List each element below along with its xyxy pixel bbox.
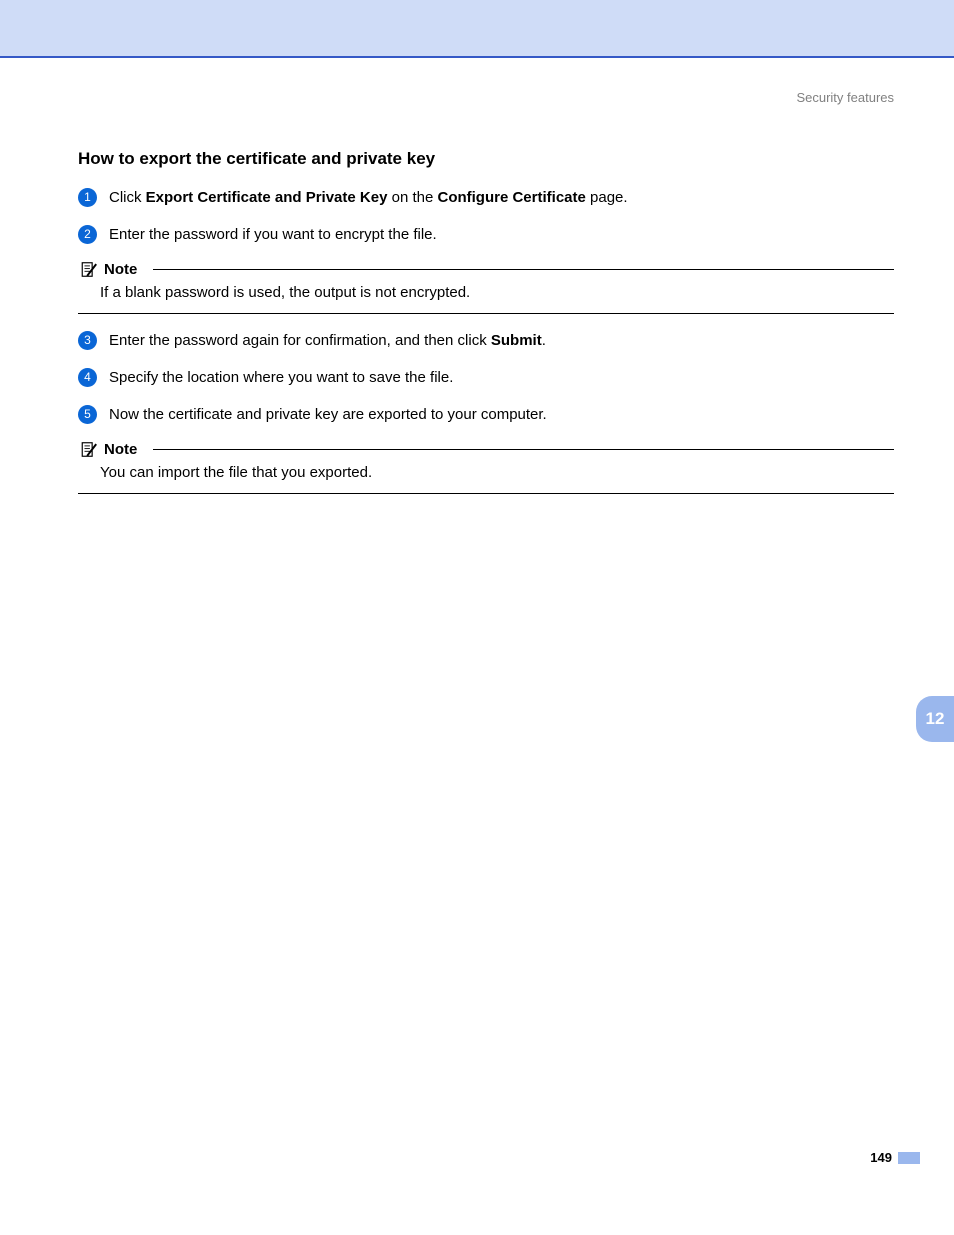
page-body: Security features How to export the cert…: [0, 90, 954, 550]
step-badge: 5: [78, 405, 97, 424]
note-1: Note If a blank password is used, the ou…: [78, 261, 894, 314]
page-footer: 149: [870, 1150, 920, 1165]
note-body: You can import the file that you exporte…: [100, 462, 894, 483]
footer-mark: [898, 1152, 920, 1164]
step-4: 4 Specify the location where you want to…: [78, 367, 894, 388]
step-1: 1 Click Export Certificate and Private K…: [78, 187, 894, 208]
step-5: 5 Now the certificate and private key ar…: [78, 404, 894, 425]
step-text: Enter the password again for confirmatio…: [109, 330, 546, 351]
text: page.: [586, 189, 628, 206]
step-badge: 1: [78, 188, 97, 207]
note-rule: [153, 269, 894, 270]
note-bottom-rule: [78, 493, 894, 494]
note-body: If a blank password is used, the output …: [100, 282, 894, 303]
text: Enter the password again for confirmatio…: [109, 332, 491, 349]
step-text: Specify the location where you want to s…: [109, 367, 453, 388]
text: on the: [387, 189, 437, 206]
step-badge: 4: [78, 368, 97, 387]
step-badge: 2: [78, 225, 97, 244]
running-header: Security features: [78, 90, 894, 105]
step-text: Now the certificate and private key are …: [109, 404, 547, 425]
note-label: Note: [104, 441, 137, 458]
chapter-tab: 12: [916, 696, 954, 742]
note-2: Note You can import the file that you ex…: [78, 441, 894, 494]
text: Click: [109, 189, 146, 206]
step-2: 2 Enter the password if you want to encr…: [78, 224, 894, 245]
text: .: [542, 332, 546, 349]
top-band: [0, 0, 954, 58]
note-icon: [80, 261, 98, 278]
step-text: Click Export Certificate and Private Key…: [109, 187, 628, 208]
step-badge: 3: [78, 331, 97, 350]
bold: Configure Certificate: [437, 189, 585, 206]
bold: Submit: [491, 332, 542, 349]
note-bottom-rule: [78, 313, 894, 314]
step-3: 3 Enter the password again for confirmat…: [78, 330, 894, 351]
note-label: Note: [104, 261, 137, 278]
section-title: How to export the certificate and privat…: [78, 149, 894, 169]
bold: Export Certificate and Private Key: [146, 189, 388, 206]
note-rule: [153, 449, 894, 450]
step-text: Enter the password if you want to encryp…: [109, 224, 437, 245]
note-icon: [80, 441, 98, 458]
page-number: 149: [870, 1150, 892, 1165]
